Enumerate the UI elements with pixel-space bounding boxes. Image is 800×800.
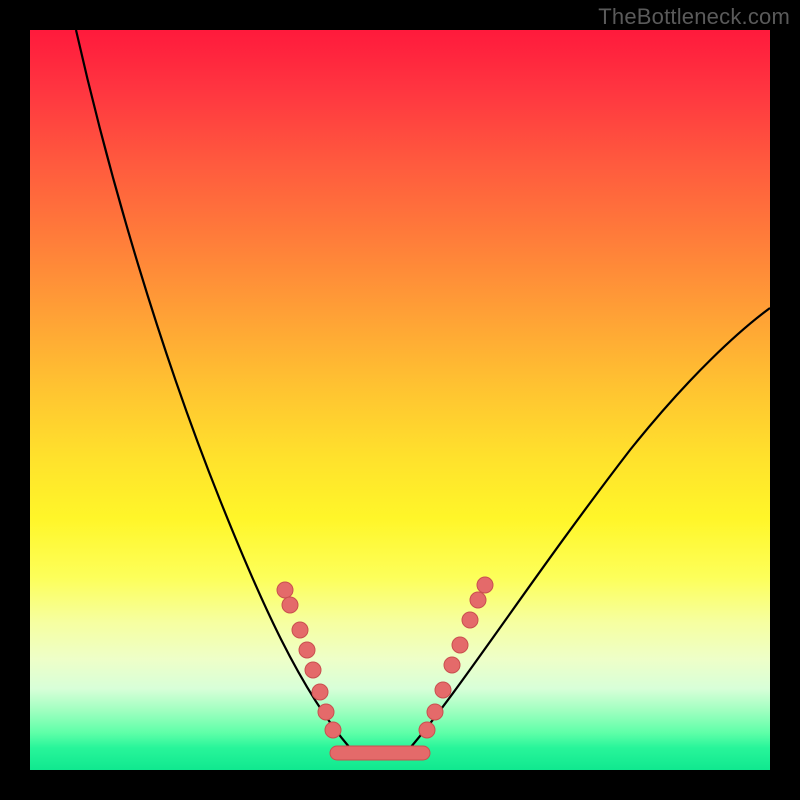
plot-area xyxy=(30,30,770,770)
data-dot xyxy=(282,597,298,613)
watermark-text: TheBottleneck.com xyxy=(598,4,790,30)
data-dot xyxy=(462,612,478,628)
data-dot xyxy=(419,722,435,738)
data-dot xyxy=(325,722,341,738)
data-dot xyxy=(292,622,308,638)
left-dot-group xyxy=(277,582,341,738)
data-dot xyxy=(435,682,451,698)
data-dot xyxy=(305,662,321,678)
data-dot xyxy=(427,704,443,720)
data-dot xyxy=(312,684,328,700)
data-dot xyxy=(444,657,460,673)
right-dot-group xyxy=(419,577,493,738)
data-dot xyxy=(318,704,334,720)
chart-frame: TheBottleneck.com xyxy=(0,0,800,800)
data-dot xyxy=(452,637,468,653)
data-dot xyxy=(470,592,486,608)
right-curve xyxy=(410,308,770,748)
data-dot xyxy=(477,577,493,593)
left-curve xyxy=(76,30,350,748)
min-bar xyxy=(330,746,430,760)
plot-svg xyxy=(30,30,770,770)
data-dot xyxy=(277,582,293,598)
data-dot xyxy=(299,642,315,658)
